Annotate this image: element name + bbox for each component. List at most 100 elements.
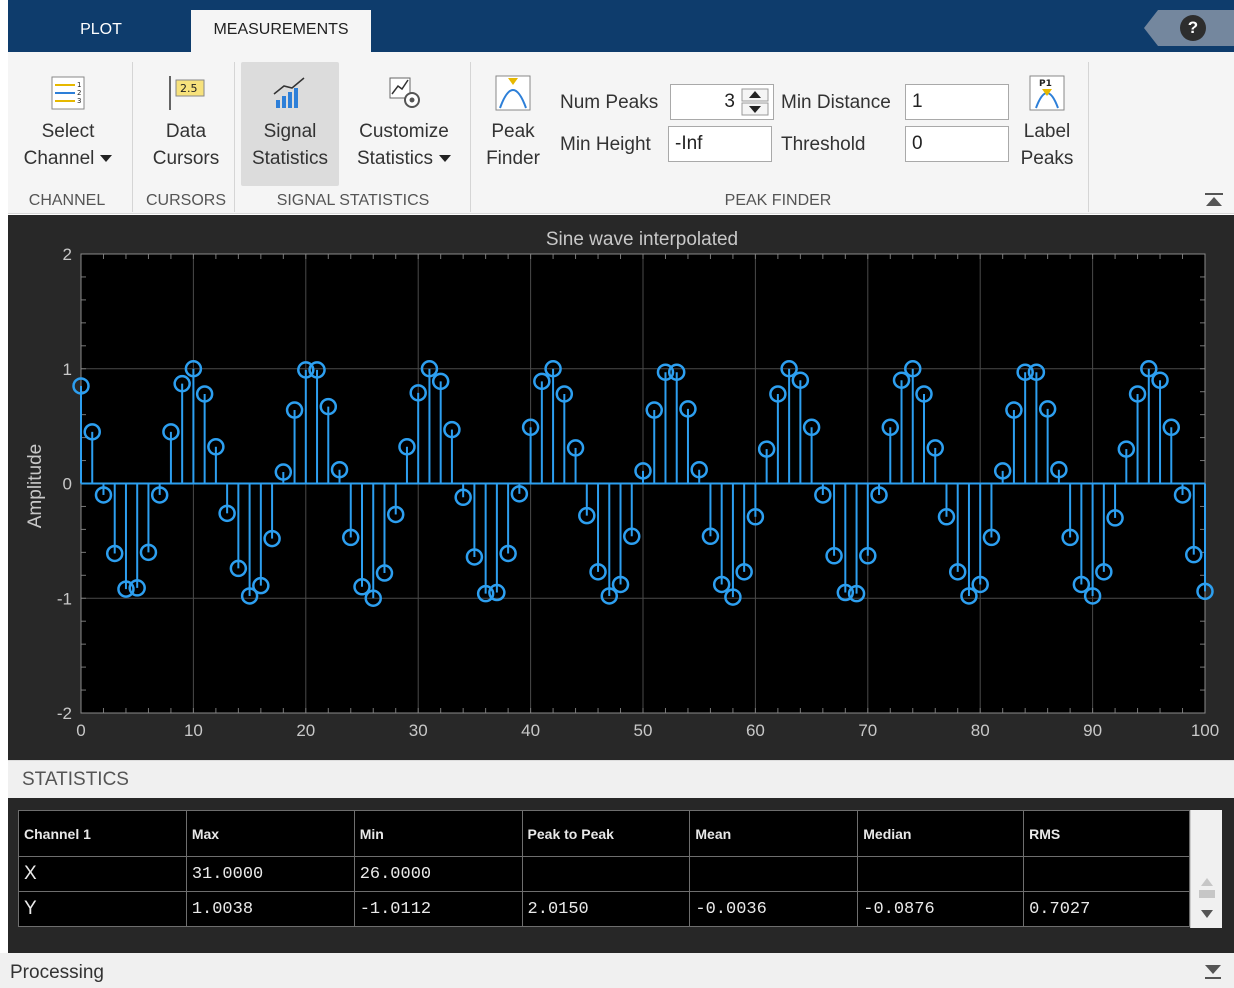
x-tick-label: 80 — [971, 721, 990, 740]
y-tick-label: -2 — [57, 704, 72, 723]
select-channel-label-1: Select — [41, 121, 95, 142]
expand-status-icon[interactable] — [1204, 964, 1222, 980]
tab-measurements[interactable]: MEASUREMENTS — [191, 10, 371, 52]
group-label-peak-finder: PEAK FINDER — [724, 192, 832, 209]
column-header: RMS — [1023, 810, 1190, 857]
min-height-input[interactable]: -Inf — [668, 126, 772, 162]
status-text: Processing — [10, 962, 104, 983]
measurements-ribbon: 1 2 3 Select Channel CHANNEL 2.5 Data Cu… — [8, 52, 1234, 214]
select-channel-button[interactable]: 1 2 3 Select Channel — [14, 74, 122, 172]
group-divider — [132, 62, 133, 212]
help-icon[interactable]: ? — [1180, 15, 1206, 41]
help-button[interactable]: ? — [1144, 10, 1234, 46]
table-cell: 0.7027 — [1023, 891, 1190, 927]
group-label-signal-statistics: SIGNAL STATISTICS — [276, 192, 430, 209]
table-row: Y 1.0038 -1.0112 2.0150 -0.0036 -0.0876 … — [18, 891, 1190, 927]
scrollbar-thumb[interactable] — [1199, 890, 1215, 898]
column-header: Median — [857, 810, 1025, 857]
plot-area: Sine wave interpolated Amplitude 0 10 20 30… — [8, 215, 1234, 760]
table-cell — [857, 856, 1025, 892]
customize-statistics-label-1: Customize — [359, 121, 449, 142]
x-tick-label: 30 — [409, 721, 428, 740]
column-header: Min — [353, 810, 523, 857]
x-tick-label: 90 — [1083, 721, 1102, 740]
signal-statistics-icon — [273, 77, 305, 108]
label-peaks-icon: P1 — [1029, 75, 1065, 111]
chevron-down-icon — [439, 155, 452, 163]
peak-finder-button[interactable]: Peak Finder — [476, 74, 550, 172]
num-peaks-value: 3 — [724, 91, 735, 112]
peak-finder-icon — [495, 75, 531, 111]
label-peaks-button[interactable]: P1 Label Peaks — [1014, 74, 1080, 172]
table-row: X 31.0000 26.0000 — [18, 856, 1190, 892]
x-tick-label: 100 — [1191, 721, 1219, 740]
statistics-header: STATISTICS — [8, 760, 1234, 798]
table-cell: 2.0150 — [521, 891, 691, 927]
tab-plot[interactable]: PLOT — [48, 10, 154, 52]
y-tick-label: -1 — [57, 589, 72, 608]
table-header-row: Channel 1 Max Min Peak to Peak Mean Medi… — [18, 810, 1190, 857]
table-cell: X — [18, 856, 187, 892]
threshold-input[interactable]: 0 — [905, 126, 1009, 162]
x-tick-label: 20 — [296, 721, 315, 740]
group-divider — [234, 62, 235, 212]
table-cell: -0.0036 — [689, 891, 859, 927]
group-label-channel: CHANNEL — [28, 192, 106, 209]
y-tick-label: 0 — [63, 475, 72, 494]
x-tick-label: 60 — [746, 721, 765, 740]
column-header: Mean — [689, 810, 859, 857]
x-tick-label: 40 — [521, 721, 540, 740]
table-cell — [521, 856, 691, 892]
collapse-ribbon-icon[interactable] — [1204, 192, 1224, 208]
scroll-down-icon[interactable] — [1201, 910, 1213, 918]
x-tick-label: 0 — [76, 721, 85, 740]
data-cursor-icon: 2.5 — [169, 76, 205, 110]
group-divider — [1088, 62, 1089, 212]
customize-statistics-icon — [389, 77, 420, 108]
table-scrollbar[interactable] — [1190, 810, 1222, 928]
svg-text:1: 1 — [77, 81, 81, 89]
table-cell: -0.0876 — [857, 891, 1025, 927]
x-tick-label: 50 — [634, 721, 653, 740]
table-cell: 1.0038 — [185, 891, 355, 927]
table-cell: -1.0112 — [353, 891, 523, 927]
peak-finder-label-1: Peak — [491, 121, 535, 142]
spinner-arrows-icon[interactable] — [741, 88, 769, 116]
column-header: Max — [185, 810, 355, 857]
column-header: Peak to Peak — [521, 810, 691, 857]
stem-chart[interactable]: Sine wave interpolated Amplitude 0 10 20 30… — [8, 215, 1234, 760]
select-channel-label-2: Channel — [23, 148, 95, 169]
tab-bar: PLOT MEASUREMENTS ? — [8, 0, 1234, 52]
table-cell — [689, 856, 859, 892]
num-peaks-label: Num Peaks — [560, 92, 659, 113]
table-cell: 26.0000 — [353, 856, 523, 892]
scroll-up-icon[interactable] — [1201, 878, 1213, 886]
y-axis-label: Amplitude — [25, 444, 46, 529]
x-tick-label: 10 — [184, 721, 203, 740]
status-bar: Processing — [0, 953, 1234, 988]
table-cell: 31.0000 — [185, 856, 355, 892]
data-cursors-label-1: Data — [165, 121, 207, 142]
customize-statistics-button[interactable]: Customize Statistics — [346, 74, 462, 172]
svg-text:2.5: 2.5 — [180, 82, 198, 95]
threshold-label: Threshold — [781, 134, 866, 155]
statistics-table: Channel 1 Max Min Peak to Peak Mean Medi… — [18, 810, 1190, 927]
group-divider — [470, 62, 471, 212]
column-header: Channel 1 — [18, 810, 187, 857]
data-cursors-button[interactable]: 2.5 Data Cursors — [144, 74, 228, 172]
signal-statistics-button[interactable]: Signal Statistics — [241, 62, 339, 186]
table-cell: Y — [18, 891, 187, 927]
y-tick-label: 1 — [63, 360, 72, 379]
group-label-cursors: CURSORS — [145, 192, 226, 209]
svg-text:P1: P1 — [1039, 79, 1052, 89]
y-tick-label: 2 — [63, 245, 72, 264]
signal-statistics-label-1: Signal — [263, 121, 317, 142]
customize-statistics-label-2: Statistics — [356, 148, 434, 169]
num-peaks-spinner[interactable]: 3 — [670, 84, 774, 120]
svg-text:2: 2 — [77, 89, 81, 97]
channel-list-icon: 1 2 3 — [51, 76, 85, 110]
label-peaks-label-1: Label — [1023, 121, 1071, 142]
min-distance-input[interactable]: 1 — [905, 84, 1009, 120]
chart-title: Sine wave interpolated — [546, 229, 738, 250]
min-height-label: Min Height — [560, 134, 651, 155]
